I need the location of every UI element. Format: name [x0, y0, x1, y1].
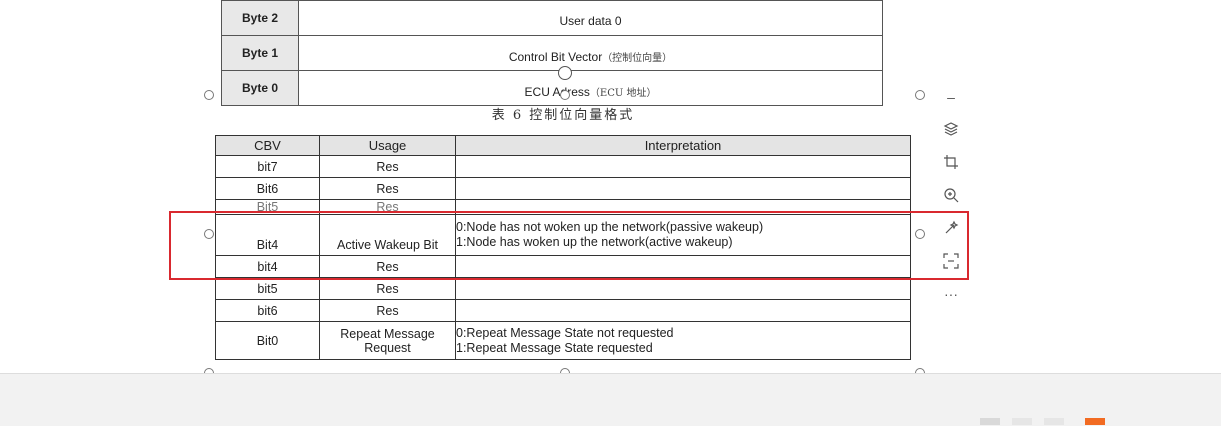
column-header: Usage — [319, 135, 456, 156]
table-row: bit5 Res — [215, 277, 911, 300]
usage-cell: Res — [319, 155, 456, 178]
usage-cell: Res — [319, 299, 456, 322]
crop-icon[interactable] — [940, 151, 962, 173]
interpretation-cell: 0:Repeat Message State not requested 1:R… — [455, 321, 911, 360]
view-mode-icon[interactable] — [980, 418, 1000, 425]
resize-handle[interactable] — [915, 90, 925, 100]
cbv-cell: bit6 — [215, 299, 320, 322]
cbv-cell: Bit0 — [215, 321, 320, 360]
view-mode-icon[interactable] — [1044, 418, 1064, 425]
column-header: Interpretation — [455, 135, 911, 156]
cbv-cell: Bit6 — [215, 177, 320, 200]
byte-value: Control Bit Vector（控制位向量） — [298, 35, 883, 71]
interpretation-line: 1:Repeat Message State requested — [456, 340, 653, 355]
status-accent-icon[interactable] — [1085, 418, 1105, 425]
table-header-row: CBV Usage Interpretation — [215, 135, 911, 156]
interpretation-cell — [455, 177, 911, 200]
image-toolbar: – ··· — [938, 89, 964, 316]
table-row: Byte 0 ECU Adress（ECU 地址） — [221, 70, 883, 106]
interpretation-cell — [455, 277, 911, 300]
ocr-scan-icon[interactable] — [940, 250, 962, 272]
table-row: Bit6 Res — [215, 177, 911, 200]
resize-handle[interactable] — [204, 90, 214, 100]
usage-cell: Repeat Message Request — [319, 321, 456, 360]
status-bar — [0, 373, 1221, 426]
column-header: CBV — [215, 135, 320, 156]
usage-cell: Res — [319, 177, 456, 200]
table-row: bit6 Res — [215, 299, 911, 322]
interpretation-line: 0:Repeat Message State not requested — [456, 325, 674, 340]
table-row: Bit0 Repeat Message Request 0:Repeat Mes… — [215, 321, 911, 360]
byte-format-table: Byte 2 User data 0 Byte 1 Control Bit Ve… — [221, 0, 883, 106]
interpretation-cell — [455, 299, 911, 322]
cbv-cell: bit7 — [215, 155, 320, 178]
view-mode-icon[interactable] — [1012, 418, 1032, 425]
table-row: Byte 2 User data 0 — [221, 0, 883, 36]
interpretation-cell — [455, 155, 911, 178]
layers-icon[interactable] — [940, 118, 962, 140]
table-row: Byte 1 Control Bit Vector（控制位向量） — [221, 35, 883, 71]
minus-icon[interactable]: – — [940, 89, 962, 105]
byte-label: Byte 2 — [221, 0, 299, 36]
byte-label: Byte 1 — [221, 35, 299, 71]
resize-handle[interactable] — [560, 90, 570, 100]
usage-cell: Res — [319, 277, 456, 300]
byte-value: ECU Adress（ECU 地址） — [298, 70, 883, 106]
cbv-cell: bit5 — [215, 277, 320, 300]
more-icon[interactable]: ··· — [940, 283, 962, 305]
zoom-in-icon[interactable] — [940, 184, 962, 206]
highlight-box — [169, 211, 969, 280]
byte-label: Byte 0 — [221, 70, 299, 106]
ai-tools-icon[interactable] — [940, 217, 962, 239]
rotate-handle[interactable] — [558, 66, 572, 80]
table-row: bit7 Res — [215, 155, 911, 178]
byte-value: User data 0 — [298, 0, 883, 36]
